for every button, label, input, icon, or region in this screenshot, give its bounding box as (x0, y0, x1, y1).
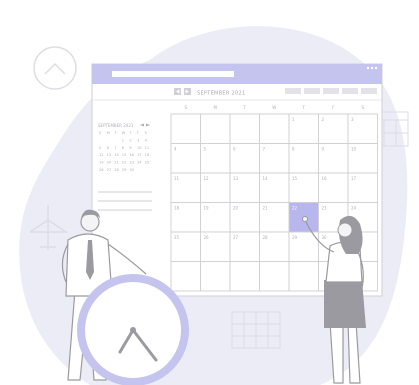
mini-day-number[interactable]: 19 (99, 161, 104, 165)
day-number: 24 (351, 206, 357, 211)
view-toolbar (285, 88, 377, 94)
weekday-label: S (361, 105, 364, 110)
day-cell[interactable] (170, 113, 201, 144)
day-cell[interactable] (200, 261, 231, 292)
mini-day-number[interactable]: 2 (129, 138, 131, 142)
mini-day-number[interactable]: 13 (107, 153, 112, 157)
day-number: 29 (292, 235, 298, 240)
day-number: 26 (204, 235, 210, 240)
mini-day-number[interactable]: 15 (122, 153, 127, 157)
day-cell[interactable] (200, 113, 231, 144)
view-button[interactable] (304, 88, 320, 94)
day-number: 15 (292, 176, 298, 181)
chevron-right-icon[interactable] (184, 88, 191, 95)
weekday-label: S (184, 105, 187, 110)
day-number: 30 (322, 235, 328, 240)
day-number: 25 (174, 235, 180, 240)
mini-day-number[interactable]: 30 (129, 168, 134, 172)
day-number: 20 (233, 206, 239, 211)
day-number: 23 (322, 206, 328, 211)
mini-day-number[interactable]: 25 (145, 161, 150, 165)
illustration: SEPTEMBER 2021 SEPTEMBER 2021 SMTWTFS123… (0, 0, 419, 385)
day-number: 14 (263, 176, 269, 181)
month-title: SEPTEMBER 2021 (197, 91, 245, 97)
day-number: 16 (322, 176, 328, 181)
mini-day-number[interactable]: 17 (137, 153, 142, 157)
day-number: 27 (233, 235, 239, 240)
day-cell[interactable] (259, 113, 290, 144)
chevron-left-icon[interactable] (174, 88, 181, 95)
calendar-illustration: SEPTEMBER 2021 SEPTEMBER 2021 S M T W T F S1 2 3… (19, 26, 409, 385)
day-number: 12 (204, 176, 210, 181)
mini-day-number[interactable]: 21 (114, 161, 119, 165)
day-number: 10 (351, 147, 357, 152)
mini-day-number[interactable]: 3 (137, 138, 139, 142)
mini-day-number[interactable]: 29 (122, 168, 127, 172)
mini-weekday-label: M (107, 131, 110, 135)
view-button[interactable] (285, 88, 301, 94)
mini-day-number[interactable]: 14 (114, 153, 119, 157)
day-number: 18 (174, 206, 180, 211)
mini-day-number[interactable]: 22 (122, 161, 127, 165)
window-controls (366, 66, 378, 70)
chevron-up-icon (33, 46, 77, 90)
view-button[interactable] (342, 88, 358, 94)
day-number: 22 (292, 206, 298, 211)
day-number: 19 (204, 206, 210, 211)
view-button[interactable] (323, 88, 339, 94)
weekday-label: T (243, 105, 247, 110)
day-number: 11 (174, 176, 180, 181)
mini-day-number[interactable]: 12 (99, 153, 104, 157)
mini-day-number[interactable]: 18 (145, 153, 150, 157)
mini-weekday-label: F (137, 131, 139, 135)
day-number: 28 (263, 235, 269, 240)
clock-icon (77, 274, 189, 385)
mini-day-number[interactable]: 11 (145, 146, 150, 150)
day-cell[interactable] (170, 261, 201, 292)
mini-day-number[interactable]: 28 (114, 168, 119, 172)
mini-day-number[interactable]: 10 (137, 146, 142, 150)
weekday-label: W (272, 105, 276, 110)
day-cell[interactable] (288, 261, 319, 292)
mini-day-number[interactable]: 24 (137, 161, 142, 165)
mini-day-number[interactable]: 7 (114, 146, 116, 150)
mini-day-number[interactable]: 26 (99, 168, 104, 172)
weekday-label: T (302, 105, 306, 110)
mini-day-number[interactable]: 16 (129, 153, 134, 157)
mini-day-number[interactable]: 23 (129, 161, 134, 165)
address-bar (112, 71, 234, 77)
day-cell[interactable] (229, 261, 260, 292)
day-number: 21 (263, 206, 269, 211)
day-cell[interactable] (259, 261, 290, 292)
mini-weekday-label: W (122, 131, 126, 135)
mini-day-number[interactable]: 27 (107, 168, 112, 172)
day-cell[interactable] (229, 113, 260, 144)
view-button[interactable] (361, 88, 377, 94)
mini-day-number[interactable]: 5 (99, 146, 101, 150)
mini-day-number[interactable]: 20 (107, 161, 112, 165)
day-number: 17 (351, 176, 357, 181)
day-number: 13 (233, 176, 239, 181)
mini-calendar-title: SEPTEMBER 2021 (98, 123, 134, 128)
mini-day-number[interactable]: 1 (122, 138, 124, 142)
weekday-label: M (214, 105, 218, 110)
